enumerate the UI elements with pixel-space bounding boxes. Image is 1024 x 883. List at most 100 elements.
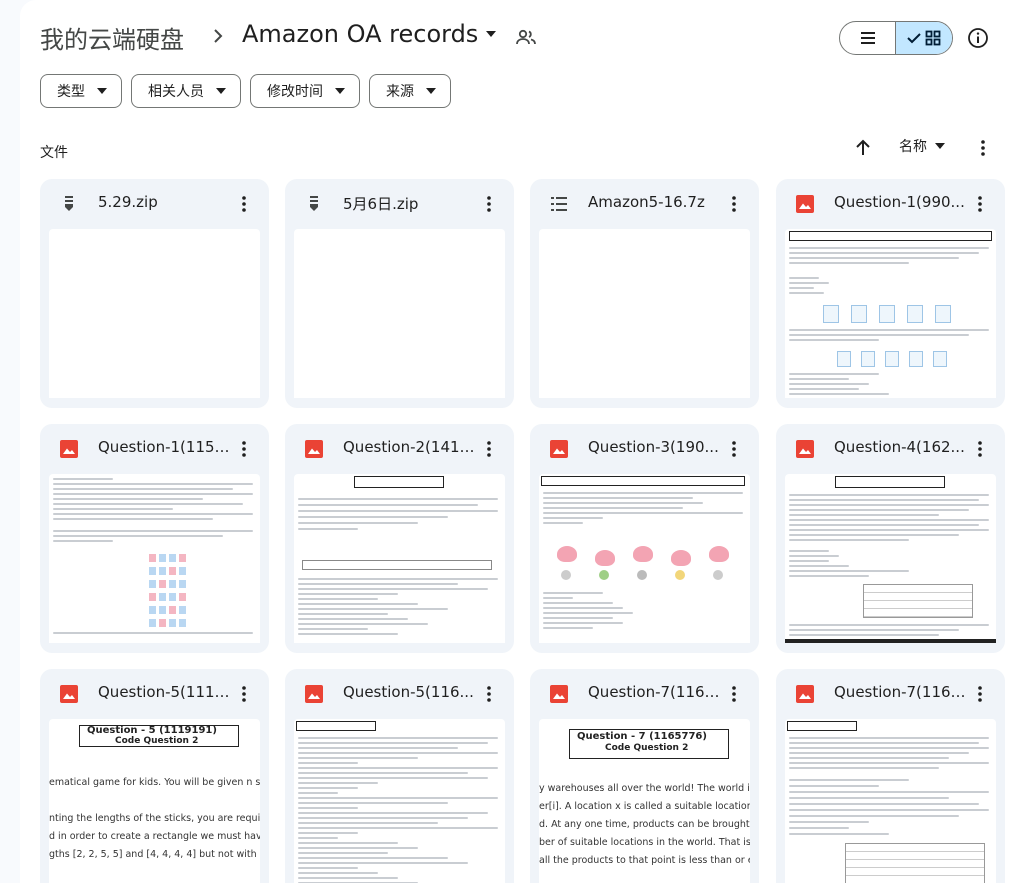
text-line xyxy=(298,787,358,789)
arrow-up-icon[interactable] xyxy=(852,137,874,159)
file-card[interactable]: Question-1(990... xyxy=(776,179,1005,408)
grid-cell xyxy=(149,567,156,575)
file-card[interactable]: Question-5(1119... Question - 5 (1119191… xyxy=(40,669,269,883)
text-line xyxy=(53,632,253,634)
zip-file-icon xyxy=(65,196,73,211)
breadcrumb-current-folder[interactable]: Amazon OA records xyxy=(242,20,498,48)
text-line xyxy=(543,622,623,624)
file-thumbnail[interactable] xyxy=(539,229,750,398)
file-card[interactable]: Question-5(116... xyxy=(285,669,514,883)
diagram-box xyxy=(885,351,899,367)
data-table xyxy=(863,584,973,618)
file-thumbnail[interactable] xyxy=(294,474,505,643)
file-thumbnail[interactable] xyxy=(294,229,505,398)
grid-cell xyxy=(159,593,166,601)
more-vert-icon[interactable] xyxy=(972,137,994,159)
text-line xyxy=(53,535,223,537)
text-line xyxy=(789,833,889,835)
question-title-box xyxy=(354,476,444,488)
sort-by-name-button[interactable]: 名称 xyxy=(899,136,945,156)
file-thumbnail[interactable]: Question - 5 (1119191) Code Question 2 em… xyxy=(49,719,260,883)
text-line xyxy=(789,373,879,375)
more-vert-icon[interactable] xyxy=(723,193,745,215)
text-line xyxy=(298,867,358,869)
text-line xyxy=(789,383,869,385)
file-card[interactable]: Question-4(162... xyxy=(776,424,1005,653)
question-text-line: ematical game for kids. You will be give… xyxy=(49,777,260,788)
grid-cell xyxy=(169,619,176,627)
caret-down-icon xyxy=(935,143,945,149)
file-card[interactable]: Question-3(190... xyxy=(530,424,759,653)
more-vert-icon[interactable] xyxy=(233,683,255,705)
heart-shape xyxy=(633,546,653,562)
file-thumbnail[interactable] xyxy=(294,719,505,883)
image-file-icon xyxy=(60,685,78,703)
caret-down-icon xyxy=(97,88,107,94)
text-line xyxy=(789,388,859,390)
file-card[interactable]: Question-7(1165... Question - 7 (1165776… xyxy=(530,669,759,883)
file-name: 5月6日.zip xyxy=(343,195,419,213)
more-vert-icon[interactable] xyxy=(478,193,500,215)
file-card[interactable]: Question-1(1154... xyxy=(40,424,269,653)
grid-cell xyxy=(169,567,176,575)
more-vert-icon[interactable] xyxy=(969,193,991,215)
file-thumbnail[interactable] xyxy=(49,229,260,398)
grid-view-button[interactable] xyxy=(895,22,952,54)
text-line xyxy=(298,603,418,605)
list-view-button[interactable] xyxy=(840,22,895,54)
text-line xyxy=(789,509,969,511)
breadcrumb-root[interactable]: 我的云端硬盘 xyxy=(40,20,184,55)
file-thumbnail[interactable] xyxy=(49,474,260,643)
text-line xyxy=(298,832,358,834)
view-toggle xyxy=(839,21,953,55)
more-vert-icon[interactable] xyxy=(723,438,745,460)
file-thumbnail[interactable] xyxy=(785,719,996,883)
more-vert-icon[interactable] xyxy=(969,683,991,705)
chevron-right-icon xyxy=(214,29,223,43)
text-line xyxy=(53,478,113,480)
text-line xyxy=(789,742,979,744)
file-card[interactable]: Question-7(1167... xyxy=(776,669,1005,883)
file-thumbnail[interactable] xyxy=(785,229,996,398)
info-icon[interactable] xyxy=(966,26,990,50)
filter-type[interactable]: 类型 xyxy=(40,74,122,108)
file-card[interactable]: Question-2(1411... xyxy=(285,424,514,653)
grid-cell xyxy=(179,593,186,601)
question-text-line: d in order to create a rectangle we must… xyxy=(49,831,260,842)
file-card[interactable]: Amazon5-16.7z xyxy=(530,179,759,408)
file-name: Question-2(1411... xyxy=(343,438,475,456)
text-line xyxy=(298,522,418,524)
filter-source[interactable]: 来源 xyxy=(369,74,451,108)
grid-cell xyxy=(159,554,166,562)
text-line xyxy=(298,516,448,518)
file-thumbnail[interactable] xyxy=(539,474,750,643)
filter-modified[interactable]: 修改时间 xyxy=(250,74,360,108)
text-line xyxy=(298,593,398,595)
file-thumbnail[interactable] xyxy=(785,474,996,643)
shared-people-icon[interactable] xyxy=(514,26,538,50)
grid-cell xyxy=(179,619,186,627)
more-vert-icon[interactable] xyxy=(969,438,991,460)
file-thumbnail[interactable]: Question - 7 (1165776) Code Question 2 y … xyxy=(539,719,750,883)
node-circle xyxy=(713,570,723,580)
text-line xyxy=(789,821,869,823)
diagram-box xyxy=(933,351,947,367)
more-vert-icon[interactable] xyxy=(478,683,500,705)
text-line xyxy=(789,815,959,817)
more-vert-icon[interactable] xyxy=(478,438,500,460)
text-line xyxy=(298,498,498,500)
text-line xyxy=(298,817,468,819)
filter-people[interactable]: 相关人员 xyxy=(131,74,241,108)
file-card[interactable]: 5.29.zip xyxy=(40,179,269,408)
text-line xyxy=(789,575,869,577)
grid-cell xyxy=(149,593,156,601)
text-line xyxy=(789,257,959,259)
file-card[interactable]: 5月6日.zip xyxy=(285,179,514,408)
image-file-icon xyxy=(305,685,323,703)
text-line xyxy=(298,852,388,854)
text-line xyxy=(298,762,358,764)
more-vert-icon[interactable] xyxy=(233,193,255,215)
more-vert-icon[interactable] xyxy=(233,438,255,460)
array-row xyxy=(302,560,492,570)
more-vert-icon[interactable] xyxy=(723,683,745,705)
